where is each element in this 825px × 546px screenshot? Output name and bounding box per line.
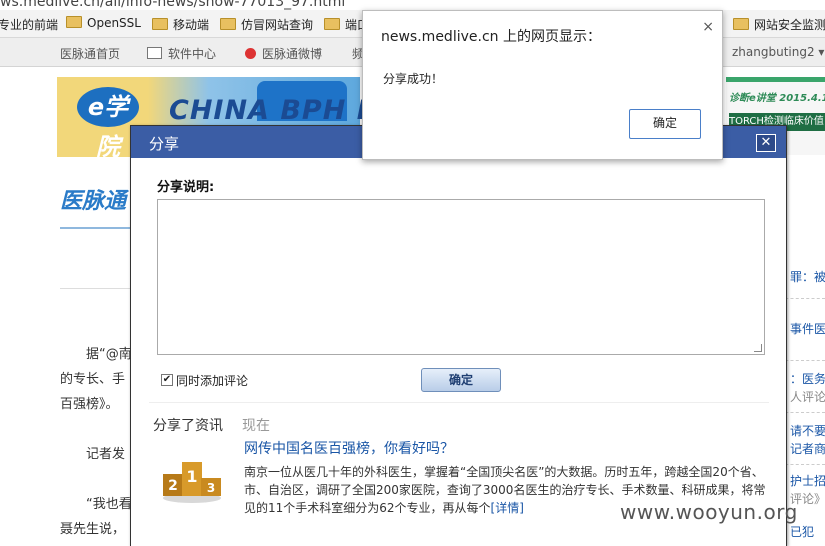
article-text-line: 记者发 — [86, 447, 126, 462]
folder-icon — [220, 18, 236, 30]
side-news-link[interactable]: 请不要 — [790, 422, 825, 439]
side-news-link[interactable]: 事件医 — [790, 320, 825, 337]
nav-home[interactable]: 医脉通首页 — [60, 45, 120, 62]
nav-weibo-label: 医脉通微博 — [262, 47, 323, 61]
address-bar-url: ws.medlive.cn/all/info-news/show-77013_9… — [0, 0, 346, 10]
side-news-link[interactable]: 记者商 — [790, 440, 825, 457]
logo-underline — [60, 227, 130, 229]
side-news-link[interactable]: ：医务 — [790, 370, 825, 387]
article-text-line: 百强榜》。 — [60, 397, 119, 412]
share-desc-label: 分享说明: — [157, 180, 215, 195]
article-text-line: 据“@南 — [86, 347, 132, 362]
folder-icon — [66, 16, 82, 28]
close-icon[interactable]: × — [702, 19, 714, 35]
resize-grip-icon[interactable] — [754, 344, 762, 352]
add-comment-checkbox[interactable]: ✔ — [161, 374, 173, 386]
bookmark-label: 专业的前端 — [0, 18, 59, 32]
folder-icon — [324, 18, 340, 30]
folder-icon — [152, 18, 168, 30]
banner-headline: CHINA BPH DI — [169, 95, 392, 126]
podium-123-icon: 2 1 3 — [161, 456, 223, 504]
tab-shared-news: 分享了资讯 — [153, 418, 223, 434]
site-logo[interactable]: 医脉通 — [60, 183, 130, 214]
alert-title: news.medlive.cn 上的网页显示： — [381, 29, 601, 45]
bookmark-security-monitor[interactable]: 网站安全监测 — [733, 16, 825, 33]
shared-article-title[interactable]: 网传中国名医百强榜，你看好吗？ — [244, 438, 454, 458]
bookmark-label: OpenSSL — [87, 16, 141, 30]
divider — [149, 402, 769, 403]
svg-text:2: 2 — [168, 478, 178, 494]
bookmark-label: 移动端 — [173, 18, 210, 32]
share-dialog-title: 分享 — [149, 135, 180, 153]
alert-dialog: news.medlive.cn 上的网页显示： × 分享成功！ 确定 — [362, 10, 723, 160]
bookmark-frontend[interactable]: 专业的前端 — [0, 16, 58, 33]
bookmark-openssl[interactable]: OpenSSL — [66, 16, 141, 30]
close-icon[interactable]: ✕ — [756, 134, 776, 152]
ad-accent — [726, 77, 825, 82]
svg-text:3: 3 — [207, 481, 215, 495]
bookmark-mobile[interactable]: 移动端 — [152, 16, 209, 33]
watermark: www.wooyun.org — [620, 500, 798, 524]
folder-icon — [733, 18, 749, 30]
monitor-icon — [147, 47, 162, 59]
nav-home-label: 医脉通首页 — [60, 47, 121, 61]
details-link[interactable]: [详情] — [491, 501, 524, 515]
e-academy-logo: e学院 — [77, 87, 139, 161]
share-dialog: 分享 ✕ 分享说明: ✔ 同时添加评论 确定 分享了资讯 现在 网传中国名医百强… — [130, 125, 787, 546]
bookmark-label: 网站安全监测 — [754, 18, 825, 32]
bookmark-label: 仿冒网站查询 — [241, 18, 314, 32]
side-news-link[interactable]: 罪：被 — [790, 268, 825, 285]
divider — [60, 288, 130, 289]
weibo-icon — [245, 48, 256, 59]
alert-message: 分享成功！ — [383, 72, 444, 86]
ad-title: 诊断e讲堂 2015.4.15 — [729, 93, 825, 104]
svg-text:1: 1 — [186, 467, 197, 486]
side-news-meta: 人评论 — [790, 390, 825, 404]
share-confirm-button[interactable]: 确定 — [421, 368, 501, 392]
user-menu[interactable]: zhangbuting2 ▾ — [732, 45, 824, 59]
add-comment-label[interactable]: 同时添加评论 — [176, 372, 248, 389]
article-text-line: 的专长、手 — [60, 372, 126, 387]
nav-software-label: 软件中心 — [168, 47, 217, 61]
username: zhangbuting2 — [732, 45, 815, 59]
alert-ok-button[interactable]: 确定 — [629, 109, 701, 139]
nav-weibo[interactable]: 医脉通微博 — [245, 45, 322, 62]
article-text-line: “我也看 — [86, 497, 132, 512]
side-news-link[interactable]: 已犯 — [790, 523, 814, 540]
article-text-line: 聂先生说， — [60, 522, 126, 537]
nav-software-center[interactable]: 软件中心 — [147, 45, 216, 62]
share-desc-textarea[interactable] — [157, 199, 765, 355]
tab-now: 现在 — [242, 418, 270, 434]
bookmark-phishing-check[interactable]: 仿冒网站查询 — [220, 16, 313, 33]
side-news-link[interactable]: 护士招 — [790, 472, 825, 489]
